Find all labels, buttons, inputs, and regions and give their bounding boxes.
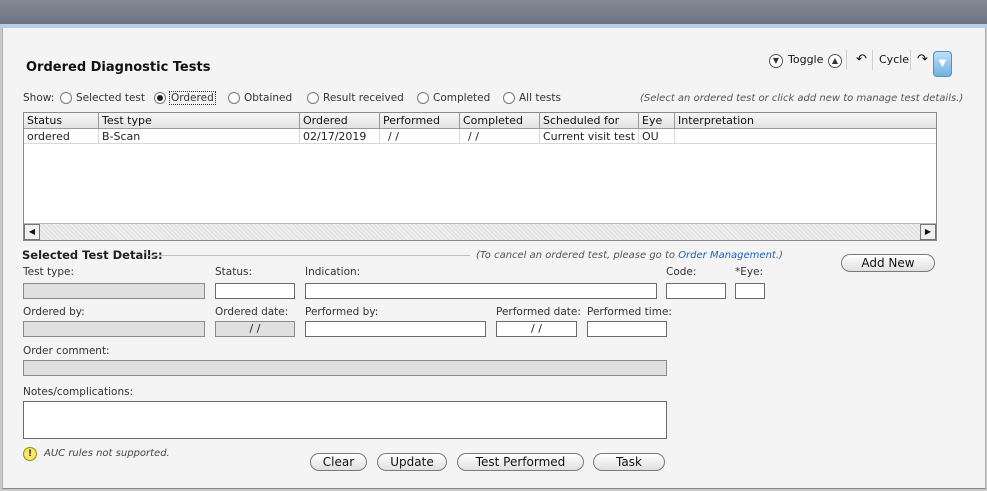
- radio-completed[interactable]: [417, 92, 429, 104]
- eye-label: *Eye:: [735, 266, 764, 278]
- performed-time-field[interactable]: [587, 321, 667, 337]
- performed-date-label: Performed date:: [496, 306, 581, 318]
- performed-by-label: Performed by:: [305, 306, 379, 318]
- column-header-eye[interactable]: Eye: [639, 113, 675, 129]
- column-header-status[interactable]: Status: [24, 113, 99, 129]
- radio-result-received[interactable]: [307, 92, 319, 104]
- column-header-scheduled-for[interactable]: Scheduled for: [540, 113, 639, 129]
- code-label: Code:: [666, 266, 697, 278]
- clear-button[interactable]: Clear: [310, 453, 367, 471]
- task-button[interactable]: Task: [593, 453, 665, 471]
- ordered-by-field: [23, 321, 205, 337]
- column-header-test-type[interactable]: Test type: [99, 113, 300, 129]
- cell-scheduled-for: Current visit test: [540, 129, 639, 144]
- test-type-field: [23, 283, 205, 299]
- scroll-left-icon[interactable]: ◀: [24, 224, 40, 240]
- test-type-label: Test type:: [23, 266, 75, 278]
- column-header-performed[interactable]: Performed: [380, 113, 460, 129]
- radio-all-tests-label[interactable]: All tests: [519, 92, 561, 104]
- cell-test-type: B-Scan: [99, 129, 300, 144]
- code-field[interactable]: [666, 283, 726, 299]
- ordered-by-label: Ordered by:: [23, 306, 85, 318]
- radio-ordered-label[interactable]: Ordered: [169, 91, 216, 105]
- scroll-right-icon[interactable]: ▶: [920, 224, 936, 240]
- column-header-ordered[interactable]: Ordered: [300, 113, 380, 129]
- notes-label: Notes/complications:: [23, 386, 134, 398]
- performed-by-field[interactable]: [305, 321, 486, 337]
- cancel-note-end: .): [775, 250, 783, 261]
- toolbar-separator: [910, 50, 911, 70]
- radio-ordered[interactable]: [154, 92, 166, 104]
- performed-date-field[interactable]: / /: [496, 321, 577, 337]
- column-header-completed[interactable]: Completed: [460, 113, 540, 129]
- column-header-interpretation[interactable]: Interpretation: [675, 113, 936, 129]
- radio-result-received-label[interactable]: Result received: [323, 92, 404, 104]
- cell-performed: / /: [380, 129, 460, 144]
- details-title: Selected Test Details:: [22, 248, 163, 262]
- cycle-button[interactable]: Cycle: [879, 53, 909, 66]
- radio-selected-test[interactable]: [60, 92, 72, 104]
- status-field[interactable]: [215, 283, 295, 299]
- section-divider: [146, 255, 470, 256]
- auc-note: AUC rules not supported.: [44, 448, 170, 459]
- cell-eye: OU: [639, 129, 675, 144]
- collapse-up-icon[interactable]: ▲: [828, 54, 842, 68]
- table-row[interactable]: ordered B-Scan 02/17/2019 / / / / Curren…: [24, 129, 936, 145]
- cancel-note-text: (To cancel an ordered test, please go to: [476, 250, 679, 261]
- toolbar-separator: [846, 50, 847, 70]
- eye-field[interactable]: [735, 283, 765, 299]
- status-label: Status:: [215, 266, 252, 278]
- expand-panel-icon[interactable]: ▼: [933, 51, 952, 77]
- show-label: Show:: [23, 92, 55, 104]
- radio-selected-test-label[interactable]: Selected test: [76, 92, 145, 104]
- ordered-date-label: Ordered date:: [215, 306, 289, 318]
- cell-completed: / /: [460, 129, 540, 144]
- radio-completed-label[interactable]: Completed: [433, 92, 490, 104]
- cell-status: ordered: [24, 129, 99, 144]
- radio-obtained[interactable]: [228, 92, 240, 104]
- ordered-date-field: / /: [215, 321, 295, 337]
- undo-icon[interactable]: ↶: [856, 52, 867, 67]
- toolbar-separator: [872, 50, 873, 70]
- redo-icon[interactable]: ↷: [917, 52, 928, 67]
- page-title: Ordered Diagnostic Tests: [26, 60, 211, 75]
- warning-icon: !: [23, 447, 37, 461]
- show-hint: (Select an ordered test or click add new…: [640, 93, 964, 104]
- update-button[interactable]: Update: [377, 453, 447, 471]
- horizontal-scrollbar[interactable]: ◀ ▶: [24, 223, 936, 240]
- toggle-button[interactable]: Toggle: [788, 53, 823, 66]
- indication-label: Indication:: [305, 266, 361, 278]
- cancel-note: (To cancel an ordered test, please go to…: [476, 250, 783, 261]
- performed-time-label: Performed time:: [587, 306, 672, 318]
- tests-grid[interactable]: Status Test type Ordered Performed Compl…: [23, 112, 937, 241]
- cell-interpretation: [675, 129, 936, 144]
- radio-all-tests[interactable]: [503, 92, 515, 104]
- window-title-bar: [0, 0, 987, 24]
- order-comment-label: Order comment:: [23, 345, 110, 357]
- notes-textarea[interactable]: [23, 401, 667, 439]
- indication-field[interactable]: [305, 283, 657, 299]
- collapse-down-icon[interactable]: ▼: [769, 54, 783, 68]
- order-management-link[interactable]: Order Management: [678, 250, 776, 261]
- add-new-button[interactable]: Add New: [841, 254, 935, 272]
- order-comment-field: [23, 360, 667, 376]
- test-performed-button[interactable]: Test Performed: [457, 453, 584, 471]
- radio-obtained-label[interactable]: Obtained: [244, 92, 292, 104]
- cell-ordered: 02/17/2019: [300, 129, 380, 144]
